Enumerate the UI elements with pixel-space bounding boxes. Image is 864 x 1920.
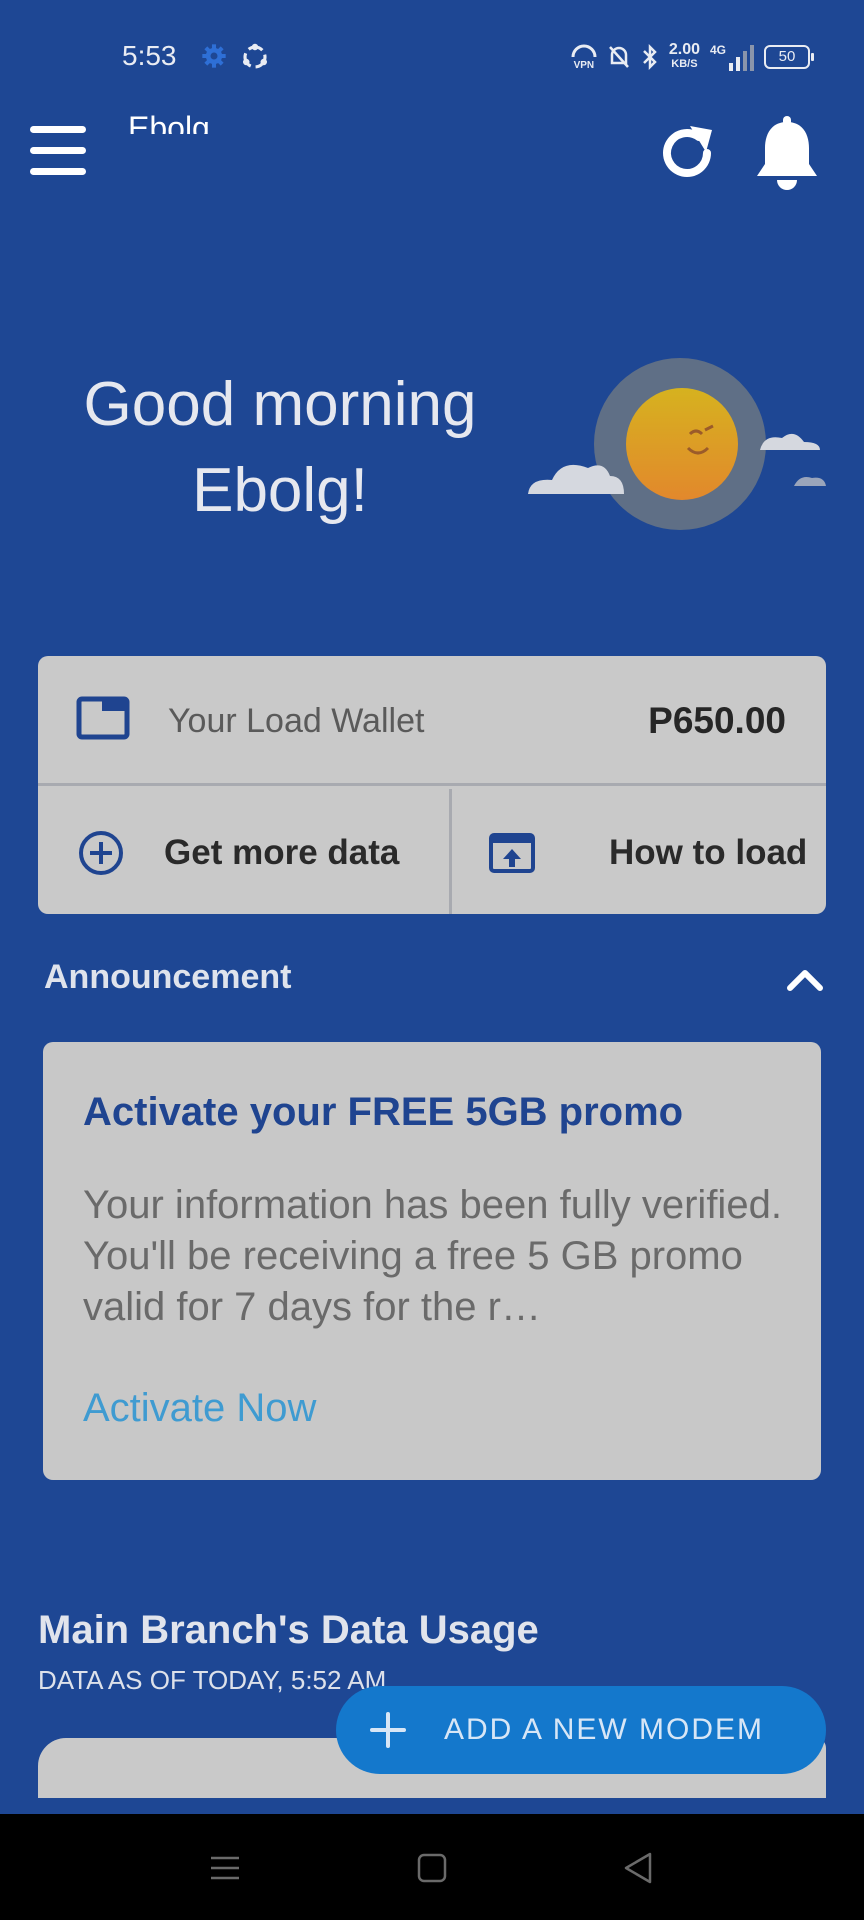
bell-icon[interactable] <box>752 116 822 192</box>
bluetooth-icon <box>642 43 657 71</box>
wallet-balance: P650.00 <box>648 700 786 741</box>
refresh-icon[interactable] <box>654 120 720 186</box>
how-to-load-label: How to load <box>609 833 808 872</box>
settings-gear-icon <box>202 44 226 68</box>
system-nav-bar <box>0 1814 864 1920</box>
status-bar: 5:53 VPN 2.00 KB/S 4G 50 <box>0 0 864 110</box>
vpn-icon: VPN <box>571 44 597 71</box>
plus-icon <box>370 1712 406 1748</box>
add-new-modem-label: ADD A NEW MODEM <box>444 1713 765 1746</box>
notifications-off-icon <box>608 46 629 68</box>
data-usage-title: Main Branch's Data Usage <box>38 1608 539 1652</box>
activate-now-link[interactable]: Activate Now <box>83 1386 316 1431</box>
status-time: 5:53 <box>122 40 177 71</box>
network-speed: 2.00 KB/S <box>668 41 700 71</box>
data-usage-timestamp: DATA AS OF TODAY, 5:52 AM <box>38 1665 387 1695</box>
how-to-load-button[interactable]: How to load <box>455 789 826 914</box>
add-new-modem-button[interactable]: ADD A NEW MODEM <box>336 1686 826 1774</box>
hamburger-menu-icon[interactable] <box>26 122 90 186</box>
chevron-up-icon[interactable] <box>784 962 826 996</box>
sync-cycle-icon <box>243 43 267 69</box>
greeting-name: Ebolg! <box>192 456 368 525</box>
recent-apps-icon[interactable] <box>205 1848 245 1888</box>
status-icons: VPN 2.00 KB/S 4G 50 <box>571 40 814 74</box>
announcement-card: Activate your FREE 5GB promo Your inform… <box>43 1042 821 1480</box>
battery-icon: 50 <box>764 45 814 69</box>
greeting: Good morning Ebolg! <box>40 362 520 534</box>
app-title: Ebolg <box>128 110 210 134</box>
home-square-icon[interactable] <box>412 1848 452 1888</box>
promo-body: Your information has been fully verified… <box>83 1183 782 1329</box>
wallet-row[interactable]: Your Load Wallet P650.00 <box>38 656 826 786</box>
wallet-label: Your Load Wallet <box>168 702 425 740</box>
add-circle-icon <box>79 831 123 875</box>
upload-window-icon <box>489 833 535 873</box>
get-more-data-button[interactable]: Get more data <box>38 789 452 914</box>
load-wallet-card: Your Load Wallet P650.00 Get more data H… <box>38 656 826 914</box>
announcement-heading: Announcement <box>44 958 292 996</box>
get-more-data-label: Get more data <box>164 833 400 872</box>
signal-icon: 4G <box>710 43 754 71</box>
promo-title: Activate your FREE 5GB promo <box>83 1090 684 1134</box>
back-triangle-icon[interactable] <box>618 1848 658 1888</box>
wallet-icon <box>76 696 130 740</box>
greeting-line-1: Good morning <box>83 370 477 439</box>
sun-cloud-illustration-icon <box>528 358 826 530</box>
